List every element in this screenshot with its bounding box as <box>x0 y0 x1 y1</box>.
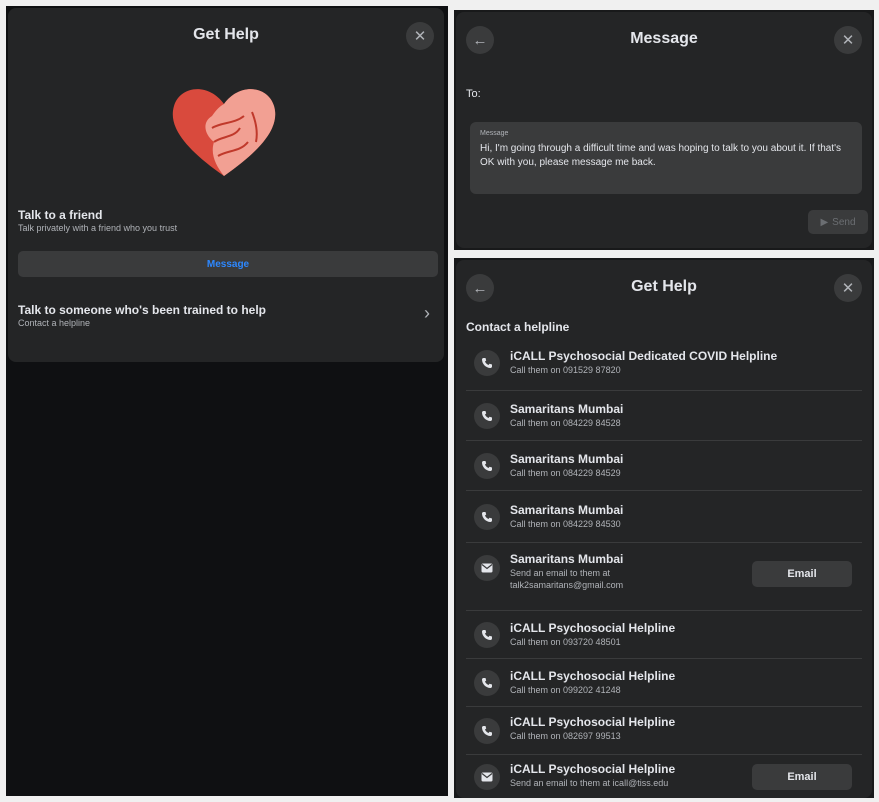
helpline-item[interactable]: Samaritans Mumbai Call them on 084229 84… <box>466 440 862 491</box>
helpline-detail: Call them on 099202 41248 <box>510 685 621 695</box>
helpline-name: iCALL Psychosocial Helpline <box>510 669 676 683</box>
phone-icon <box>474 403 500 429</box>
left-pane: Get Help ✕ Talk to a friend Talk private… <box>6 6 448 796</box>
helpline-name: iCALL Psychosocial Helpline <box>510 621 676 635</box>
send-icon: ▶ <box>820 216 829 228</box>
mail-icon <box>474 555 500 581</box>
message-header: ← Message ✕ <box>456 12 872 68</box>
helpline-item[interactable]: iCALL Psychosocial Helpline Call them on… <box>466 610 862 659</box>
phone-icon <box>474 622 500 648</box>
chevron-right-icon: › <box>424 303 430 323</box>
helpline-detail: Send an email to them at icall@tiss.edu <box>510 778 669 788</box>
phone-icon <box>474 453 500 479</box>
phone-icon <box>474 718 500 744</box>
helpline-item[interactable]: iCALL Psychosocial Helpline Call them on… <box>466 706 862 755</box>
close-button[interactable]: ✕ <box>834 274 862 302</box>
helpline-pane: ← Get Help ✕ Contact a helpline iCALL Ps… <box>454 258 874 798</box>
message-button[interactable]: Message <box>18 251 438 277</box>
helpline-detail: Call them on 084229 84528 <box>510 418 621 428</box>
helpline-detail: Call them on 093720 48501 <box>510 637 621 647</box>
helpline-name: iCALL Psychosocial Helpline <box>510 715 676 729</box>
helpline-header: ← Get Help ✕ <box>456 260 872 316</box>
send-button[interactable]: ▶ Send <box>808 210 868 234</box>
helpline-detail: Call them on 084229 84530 <box>510 519 621 529</box>
message-pane: ← Message ✕ To: Message Hi, I'm going th… <box>454 10 874 250</box>
helpline-detail: Call them on 082697 99513 <box>510 731 621 741</box>
helpline-detail: Call them on 084229 84529 <box>510 468 621 478</box>
get-help-dialog: Get Help ✕ Talk to a friend Talk private… <box>8 8 444 362</box>
message-text: Hi, I'm going through a difficult time a… <box>480 143 842 168</box>
message-field[interactable]: Message Hi, I'm going through a difficul… <box>470 122 862 194</box>
helpline-name: iCALL Psychosocial Dedicated COVID Helpl… <box>510 349 778 363</box>
helpline-dialog: ← Get Help ✕ Contact a helpline iCALL Ps… <box>456 260 872 798</box>
helpline-name: Samaritans Mumbai <box>510 503 624 517</box>
helpline-item[interactable]: Samaritans Mumbai Call them on 084229 84… <box>466 390 862 441</box>
close-icon: ✕ <box>841 32 855 49</box>
message-field-label: Message <box>480 130 509 137</box>
trained-helper-row[interactable]: Talk to someone who's been trained to he… <box>8 291 444 351</box>
trained-subtitle: Contact a helpline <box>18 318 91 328</box>
helpline-item[interactable]: iCALL Psychosocial Helpline Send an emai… <box>466 754 862 798</box>
phone-icon <box>474 504 500 530</box>
trained-title: Talk to someone who's been trained to he… <box>18 303 266 317</box>
helpline-name: Samaritans Mumbai <box>510 402 624 416</box>
mail-icon <box>474 764 500 790</box>
helpline-detail: Call them on 091529 87820 <box>510 365 621 375</box>
to-label: To: <box>466 88 481 100</box>
get-help-header: Get Help ✕ <box>8 8 444 64</box>
helpline-item[interactable]: iCALL Psychosocial Helpline Call them on… <box>466 658 862 707</box>
email-button[interactable]: Email <box>752 764 852 790</box>
to-field[interactable] <box>490 82 862 104</box>
helpline-name: iCALL Psychosocial Helpline <box>510 762 676 776</box>
section-title: Contact a helpline <box>466 320 570 334</box>
get-help-title: Get Help <box>193 26 259 43</box>
close-icon: ✕ <box>413 28 427 45</box>
friend-title: Talk to a friend <box>18 208 103 222</box>
helpline-item[interactable]: Samaritans Mumbai Send an email to them … <box>466 542 862 611</box>
phone-icon <box>474 670 500 696</box>
helpline-title: Get Help <box>631 278 697 295</box>
helpline-detail: Send an email to them at talk2samaritans… <box>510 568 624 590</box>
message-dialog: ← Message ✕ To: Message Hi, I'm going th… <box>456 12 872 248</box>
helpline-name: Samaritans Mumbai <box>510 552 624 566</box>
heart-hand-illustration <box>172 89 276 176</box>
friend-subtitle: Talk privately with a friend who you tru… <box>18 223 178 233</box>
helpline-item[interactable]: Samaritans Mumbai Call them on 084229 84… <box>466 490 862 543</box>
close-button[interactable]: ✕ <box>834 26 862 54</box>
helpline-name: Samaritans Mumbai <box>510 452 624 466</box>
phone-icon <box>474 350 500 376</box>
close-icon: ✕ <box>841 280 855 297</box>
send-label: Send <box>832 216 856 228</box>
message-title: Message <box>630 30 698 47</box>
helpline-item[interactable]: iCALL Psychosocial Dedicated COVID Helpl… <box>466 340 862 390</box>
close-button[interactable]: ✕ <box>406 22 434 50</box>
email-button[interactable]: Email <box>752 561 852 587</box>
